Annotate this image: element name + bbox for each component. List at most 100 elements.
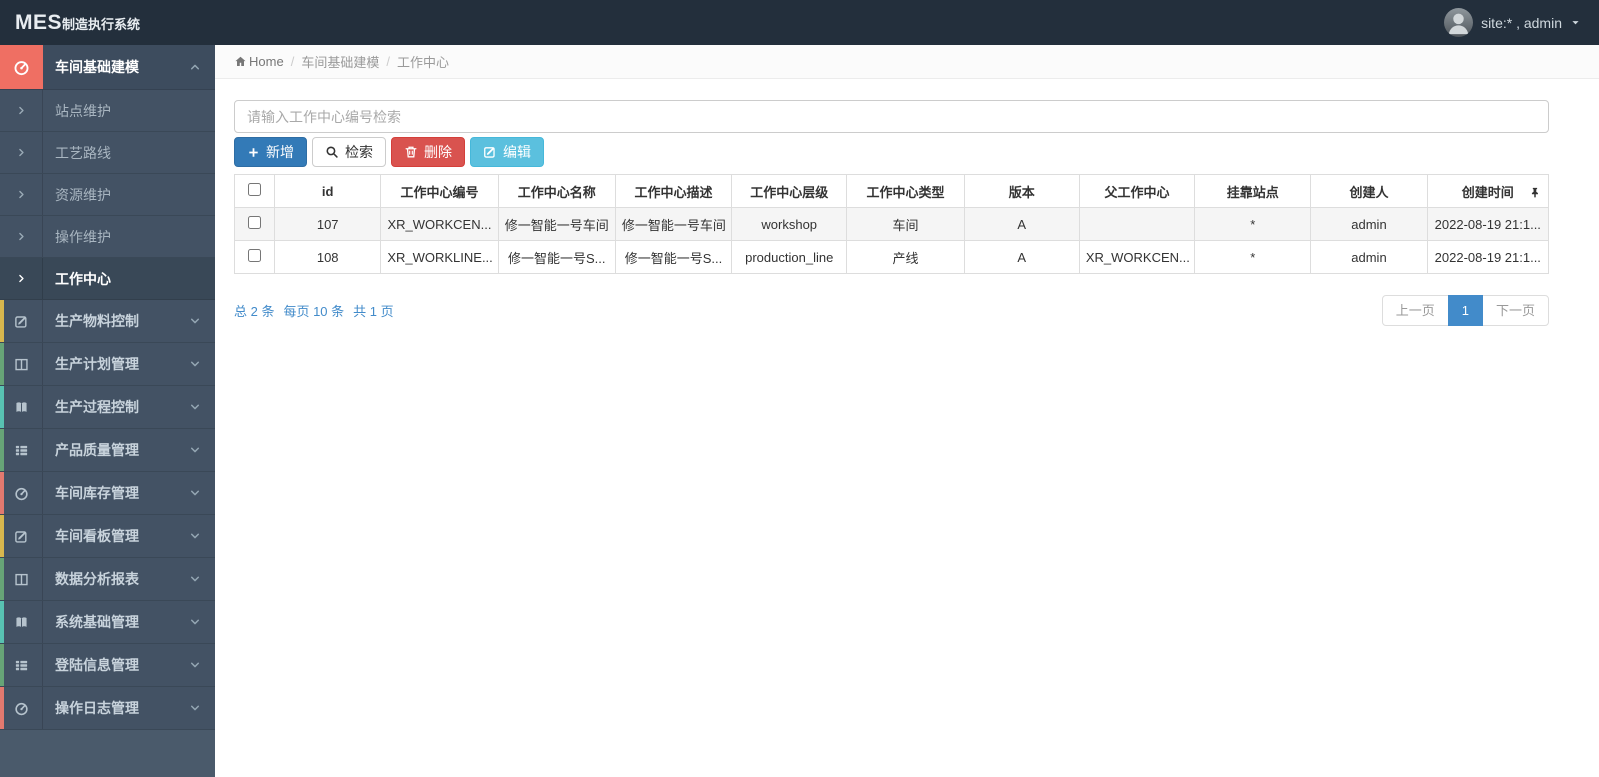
cell-name: 修一智能一号车间 [497, 207, 616, 241]
sidebar-group-label: 车间基础建模 [55, 59, 139, 75]
sidebar-group-label: 数据分析报表 [55, 571, 139, 587]
sidebar-group-login-info-management[interactable]: 登陆信息管理 [0, 644, 215, 687]
next-page-button[interactable]: 下一页 [1481, 295, 1549, 326]
edit-icon [0, 515, 43, 557]
cell-level: workshop [731, 207, 848, 241]
sidebar-group-label: 系统基础管理 [55, 614, 139, 630]
table-row[interactable]: 107 XR_WORKCEN... 修一智能一号车间 修一智能一号车间 work… [233, 207, 1550, 241]
edit-button-label: 编辑 [503, 144, 531, 160]
sidebar-item-resource-maintenance[interactable]: 资源维护 [0, 174, 215, 216]
sidebar-group-label: 生产物料控制 [55, 313, 139, 329]
sidebar-item-work-center[interactable]: 工作中心 [0, 258, 215, 300]
cell-desc: 修一智能一号S... [614, 240, 733, 274]
brand-logo-text: MES [15, 10, 63, 34]
column-header-type: 工作中心类型 [846, 174, 965, 208]
column-header-desc: 工作中心描述 [614, 174, 733, 208]
list-icon [0, 429, 43, 471]
caret-down-icon [1570, 17, 1581, 28]
columns-icon [0, 343, 43, 385]
pagination-summary: 总 2 条 每页 10 条 共 1 页 [234, 301, 394, 320]
column-header-creator: 创建人 [1310, 174, 1428, 208]
home-icon [234, 55, 247, 68]
row-checkbox[interactable] [248, 216, 262, 229]
cell-creator: admin [1310, 240, 1428, 274]
chevron-right-icon [0, 132, 43, 173]
edit-icon [483, 145, 497, 159]
cell-creator: admin [1310, 207, 1428, 241]
delete-button[interactable]: 删除 [391, 137, 465, 167]
book-icon [0, 601, 43, 643]
select-all-cell [233, 174, 276, 208]
edit-button[interactable]: 编辑 [470, 137, 544, 167]
dashboard-icon [0, 687, 43, 729]
cell-code: XR_WORKLINE... [380, 240, 499, 274]
brand-suffix-text: 制造执行系统 [62, 16, 141, 32]
sidebar-group-operation-log-management[interactable]: 操作日志管理 [0, 687, 215, 730]
sidebar-group-plan-management[interactable]: 生产计划管理 [0, 343, 215, 386]
user-menu[interactable]: site:* , admin [1444, 8, 1599, 37]
top-navbar: MES 制造执行系统 site:* , admin [0, 0, 1599, 45]
sidebar-group-quality-management[interactable]: 产品质量管理 [0, 429, 215, 472]
sidebar-group-material-control[interactable]: 生产物料控制 [0, 300, 215, 343]
breadcrumb-home-label: Home [249, 54, 284, 69]
sidebar: 车间基础建模 站点维护 工艺路线 资源维护 操作维护 工作中心 生产物料控制 生… [0, 45, 215, 777]
sidebar-group-inventory-management[interactable]: 车间库存管理 [0, 472, 215, 515]
page-count-label: 共 1 页 [353, 304, 394, 319]
page-1-button[interactable]: 1 [1447, 295, 1483, 326]
chevron-down-icon [189, 358, 201, 370]
sidebar-item-site-maintenance[interactable]: 站点维护 [0, 90, 215, 132]
column-header-station: 挂靠站点 [1194, 174, 1312, 208]
column-header-id: id [274, 174, 382, 208]
row-select-cell [233, 240, 276, 274]
cell-version: A [963, 240, 1080, 274]
column-header-created: 创建时间 [1426, 174, 1550, 208]
chevron-down-icon [189, 444, 201, 456]
cell-parent: XR_WORKCEN... [1078, 240, 1196, 274]
row-checkbox[interactable] [248, 249, 262, 262]
chevron-down-icon [189, 616, 201, 628]
sidebar-group-data-reports[interactable]: 数据分析报表 [0, 558, 215, 601]
column-header-code: 工作中心编号 [380, 174, 499, 208]
sidebar-group-label: 车间库存管理 [55, 485, 139, 501]
main-content: Home / 车间基础建模 / 工作中心 新增 检索 删除 [215, 45, 1599, 777]
pin-icon[interactable] [1529, 184, 1541, 199]
group-color-strip [0, 386, 4, 428]
add-button[interactable]: 新增 [234, 137, 307, 167]
avatar [1444, 8, 1474, 37]
sidebar-group-label: 产品质量管理 [55, 442, 139, 458]
table-row[interactable]: 108 XR_WORKLINE... 修一智能一号S... 修一智能一号S...… [233, 240, 1550, 274]
sidebar-group-kanban-management[interactable]: 车间看板管理 [0, 515, 215, 558]
column-header-created-label: 创建时间 [1461, 184, 1514, 200]
cell-created: 2022-08-19 21:1... [1426, 240, 1550, 274]
sidebar-group-process-control[interactable]: 生产过程控制 [0, 386, 215, 429]
sidebar-group-label: 登陆信息管理 [55, 657, 139, 673]
breadcrumb-home[interactable]: Home [234, 54, 284, 69]
cell-id: 107 [274, 207, 382, 241]
cell-level: production_line [731, 240, 848, 274]
sidebar-item-label: 工作中心 [55, 270, 111, 287]
select-all-checkbox[interactable] [248, 183, 262, 196]
chevron-up-icon [189, 61, 201, 73]
plus-icon [247, 146, 260, 159]
sidebar-item-operation-maintenance[interactable]: 操作维护 [0, 216, 215, 258]
column-header-level: 工作中心层级 [731, 174, 848, 208]
toolbar: 新增 检索 删除 编辑 [234, 137, 1549, 167]
cell-type: 产线 [846, 240, 965, 274]
sidebar-filler [0, 730, 215, 777]
sidebar-group-label: 车间看板管理 [55, 528, 139, 544]
book-icon [0, 386, 43, 428]
search-button[interactable]: 检索 [312, 137, 386, 167]
sidebar-group-system-management[interactable]: 系统基础管理 [0, 601, 215, 644]
cell-name: 修一智能一号S... [497, 240, 616, 274]
breadcrumb-item[interactable]: 车间基础建模 [301, 52, 379, 71]
sidebar-group-workshop-modeling[interactable]: 车间基础建模 [0, 45, 215, 90]
cell-id: 108 [274, 240, 382, 274]
search-input[interactable] [234, 100, 1549, 133]
prev-page-button[interactable]: 上一页 [1381, 295, 1449, 326]
breadcrumb-separator: / [290, 54, 295, 69]
sidebar-group-label: 操作日志管理 [55, 700, 139, 716]
work-center-table: id 工作中心编号 工作中心名称 工作中心描述 工作中心层级 工作中心类型 版本… [233, 174, 1550, 274]
list-icon [0, 644, 43, 686]
sidebar-item-process-route[interactable]: 工艺路线 [0, 132, 215, 174]
sidebar-item-label: 站点维护 [55, 102, 111, 119]
